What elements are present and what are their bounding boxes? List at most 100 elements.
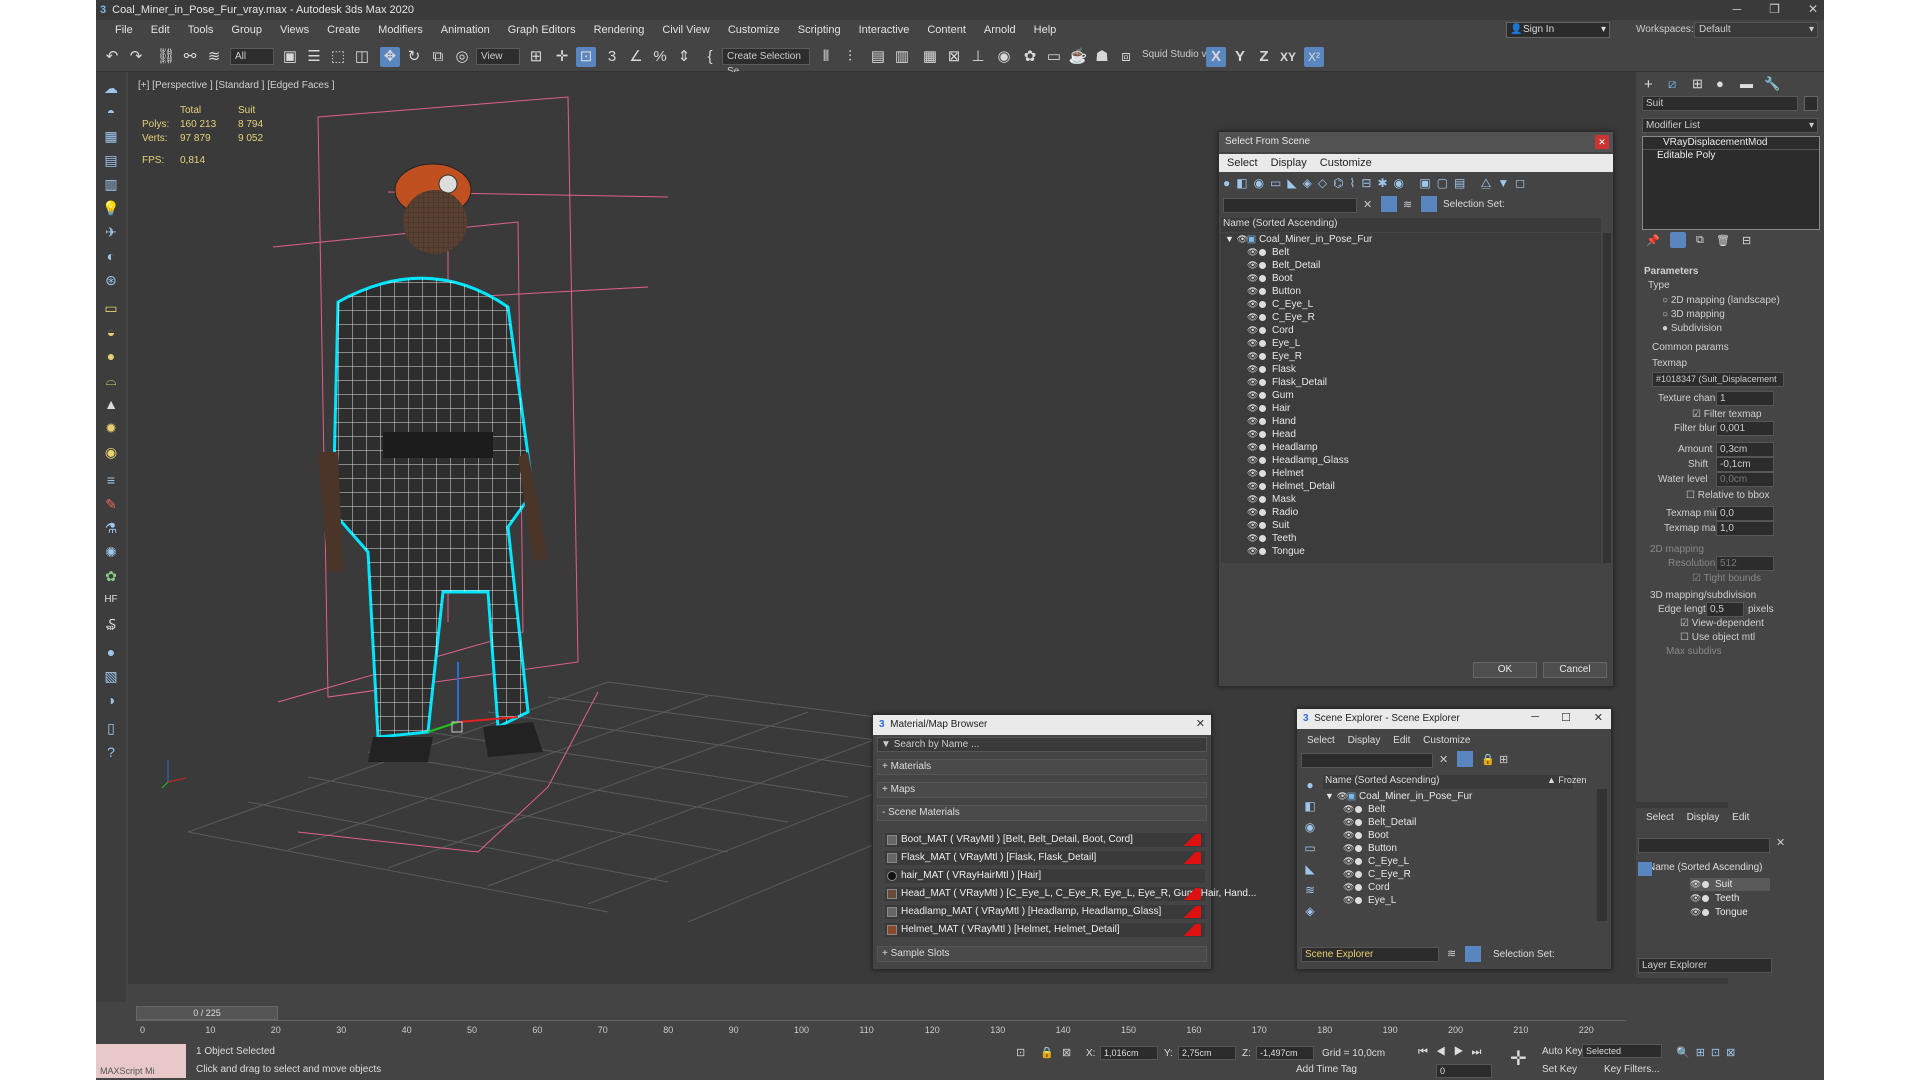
eye-icon[interactable]: 👁: [1247, 415, 1258, 428]
expand-icon[interactable]: ▼: [1325, 791, 1334, 801]
layers-icon[interactable]: ≋: [1403, 198, 1412, 211]
menu-file[interactable]: File: [106, 24, 142, 36]
time-slider[interactable]: 0 / 225: [136, 1006, 278, 1020]
eye-icon[interactable]: 👁: [1247, 493, 1258, 506]
menu-animation[interactable]: Animation: [432, 24, 499, 36]
object-row[interactable]: 👁 Headlamp_Glass: [1247, 454, 1349, 467]
window-crossing-icon[interactable]: ◫: [352, 47, 372, 67]
help-icon[interactable]: ?: [101, 742, 121, 762]
unlink-icon[interactable]: ⚯: [180, 47, 200, 67]
render-icon[interactable]: [1259, 288, 1266, 295]
object-row[interactable]: 👁 C_Eye_R: [1343, 868, 1411, 881]
eye-icon[interactable]: 👁: [1247, 311, 1258, 324]
menu-content[interactable]: Content: [918, 24, 975, 36]
amount-spinner[interactable]: 0,3cm: [1716, 442, 1774, 457]
object-row[interactable]: 👁 Boot: [1247, 272, 1293, 285]
z-coordinate-field[interactable]: -1,497cm: [1256, 1046, 1314, 1060]
relative-bbox-checkbox[interactable]: ☐ Relative to bbox: [1686, 490, 1769, 501]
eye-icon[interactable]: 👁: [1247, 259, 1258, 272]
render-icon[interactable]: [1259, 457, 1266, 464]
axis-y-button[interactable]: Y: [1230, 47, 1250, 67]
globe-icon[interactable]: ✺: [101, 542, 121, 562]
absolute-mode-icon[interactable]: ⊠: [1062, 1046, 1071, 1059]
render-production-icon[interactable]: ☕: [1068, 47, 1088, 67]
render-active-icon[interactable]: ⧈: [1116, 47, 1136, 67]
x-coordinate-field[interactable]: 1,016cm: [1100, 1046, 1158, 1060]
object-row[interactable]: 👁 Hand: [1247, 415, 1296, 428]
eye-icon[interactable]: 👁: [1247, 324, 1258, 337]
eye-icon[interactable]: 👁: [1343, 855, 1354, 868]
y-coordinate-field[interactable]: 2,75cm: [1178, 1046, 1236, 1060]
texmap-button[interactable]: #1018347 (Suit_Displacement: [1652, 372, 1784, 387]
utilities-tab-icon[interactable]: 🔧: [1764, 76, 1780, 92]
selection-filter-dropdown[interactable]: All: [230, 48, 274, 65]
axis-x-button[interactable]: X: [1206, 47, 1226, 67]
render-icon[interactable]: [1259, 522, 1266, 529]
sfs-menu-display[interactable]: Display: [1269, 157, 1315, 169]
bitmap-icon[interactable]: ▧: [101, 666, 121, 686]
object-row[interactable]: 👁 Tongue: [1247, 545, 1305, 558]
render-icon[interactable]: [1259, 405, 1266, 412]
render-icon[interactable]: [1259, 301, 1266, 308]
menu-modifiers[interactable]: Modifiers: [369, 24, 432, 36]
render-icon[interactable]: [1259, 496, 1266, 503]
se-close-button[interactable]: ✕: [1594, 711, 1603, 724]
menu-edit[interactable]: Edit: [142, 24, 179, 36]
eye-icon[interactable]: 👁: [1247, 480, 1258, 493]
object-row[interactable]: 👁 Button: [1247, 285, 1301, 298]
eye-icon[interactable]: 👁: [1690, 878, 1701, 891]
eye-icon[interactable]: 👁: [1247, 246, 1258, 259]
render-icon[interactable]: [1259, 327, 1266, 334]
sphere-icon[interactable]: ●: [101, 346, 121, 366]
angle-snap-icon[interactable]: ∠: [626, 47, 646, 67]
object-color-swatch[interactable]: [1804, 96, 1818, 111]
rect-selection-icon[interactable]: ⬚: [328, 47, 348, 67]
render-icon[interactable]: [1355, 884, 1362, 891]
eye-icon[interactable]: 👁: [1247, 428, 1258, 441]
se-column-header[interactable]: Name (Sorted Ascending): [1323, 775, 1573, 789]
render-icon[interactable]: [1355, 871, 1362, 878]
select-scale-icon[interactable]: ⧉: [428, 47, 448, 67]
eye-icon[interactable]: 👁: [1247, 532, 1258, 545]
object-row[interactable]: 👁 Hair: [1247, 402, 1290, 415]
clear-search-icon[interactable]: ✕: [1363, 198, 1372, 211]
sphere-blue-icon[interactable]: ●: [101, 642, 121, 662]
place-icon[interactable]: ◎: [452, 47, 472, 67]
render-icon[interactable]: [1259, 249, 1266, 256]
sfs-column-header[interactable]: Name (Sorted Ascending): [1221, 218, 1601, 232]
eye-icon[interactable]: 👁: [1690, 892, 1701, 905]
object-row[interactable]: 👁 Mask: [1247, 493, 1296, 506]
mmb-section-sample-slots[interactable]: + Sample Slots: [877, 946, 1207, 962]
workspace-dropdown[interactable]: Default ▾: [1694, 22, 1818, 38]
eye-icon[interactable]: 👁: [1247, 467, 1258, 480]
parameters-rollout[interactable]: Parameters: [1644, 266, 1698, 277]
sfs-root-row[interactable]: ▼ 👁▣ Coal_Miner_in_Pose_Fur: [1225, 233, 1372, 246]
bulb-icon[interactable]: 💡: [101, 198, 121, 218]
clear-search-icon[interactable]: ✕: [1776, 836, 1785, 849]
mmb-section-scene-materials[interactable]: - Scene Materials: [877, 805, 1207, 821]
menu-rendering[interactable]: Rendering: [585, 24, 654, 36]
layers-icon[interactable]: ≋: [1447, 947, 1456, 960]
object-row[interactable]: 👁 C_Eye_R: [1247, 311, 1315, 324]
render-icon[interactable]: [1259, 366, 1266, 373]
menu-civil-view[interactable]: Civil View: [653, 24, 718, 36]
radio-3d-mapping[interactable]: ○ 3D mapping: [1662, 309, 1725, 320]
object-row[interactable]: 👁 Belt: [1343, 803, 1385, 816]
object-row[interactable]: 👁 Belt_Detail: [1247, 259, 1320, 272]
sun-icon[interactable]: ✹: [101, 418, 121, 438]
render-iterative-icon[interactable]: ☗: [1092, 47, 1112, 67]
fur-icon[interactable]: ≡: [101, 470, 121, 490]
layer-column-header[interactable]: Name (Sorted Ascending): [1648, 862, 1763, 873]
cone-icon[interactable]: ▲: [101, 394, 121, 414]
render-icon[interactable]: [1259, 431, 1266, 438]
isolate-icon[interactable]: ⊡: [1016, 1046, 1025, 1059]
pixels-checkbox[interactable]: pixels: [1748, 604, 1774, 615]
edit-named-selection-icon[interactable]: {: [700, 47, 720, 67]
menu-scripting[interactable]: Scripting: [789, 24, 850, 36]
object-row[interactable]: 👁 Eye_L: [1247, 337, 1300, 350]
curve-editor-icon[interactable]: ⊠: [944, 47, 964, 67]
se-menu-customize[interactable]: Customize: [1421, 735, 1478, 746]
make-unique-icon[interactable]: ⧉: [1696, 234, 1704, 247]
render-icon[interactable]: [1355, 897, 1362, 904]
plane-icon[interactable]: ▭: [101, 298, 121, 318]
